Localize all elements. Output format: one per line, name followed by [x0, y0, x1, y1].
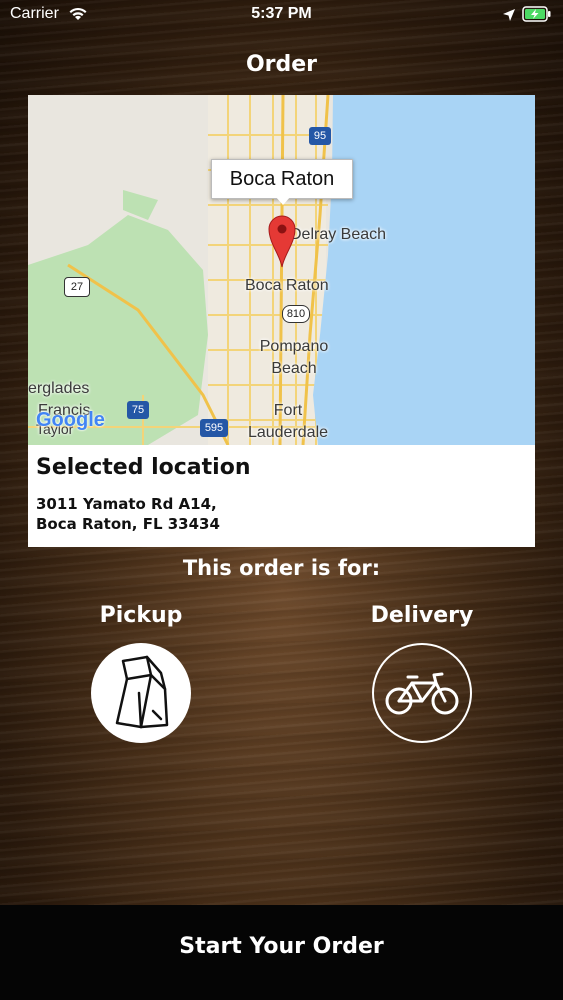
- status-bar: Carrier 5:37 PM: [0, 0, 563, 30]
- map-label-fort: Fort: [273, 402, 303, 419]
- pickup-label: Pickup: [99, 603, 183, 628]
- address-line-1: 3011 Yamato Rd A14,: [36, 495, 217, 513]
- map-label-delray-beach: Delray Beach: [290, 226, 387, 243]
- delivery-button[interactable]: [372, 643, 472, 743]
- location-card: 95 27 810 75 595 Delray Beach Boca Raton…: [28, 95, 535, 547]
- map-callout-tail: [275, 196, 291, 205]
- map-label-lauderdale: Lauderdale: [247, 424, 329, 441]
- selected-location-heading: Selected location: [36, 455, 251, 480]
- map-callout[interactable]: Boca Raton: [211, 159, 353, 199]
- google-logo-text: Google: [36, 409, 105, 431]
- paper-bag-icon: [109, 653, 173, 737]
- battery-charging-icon: [522, 6, 552, 26]
- map-view[interactable]: 95 27 810 75 595 Delray Beach Boca Raton…: [28, 95, 535, 445]
- map-pin-icon[interactable]: [267, 213, 297, 269]
- map-label-pompano: Pompano: [259, 338, 329, 355]
- start-order-button[interactable]: Start Your Order: [0, 905, 563, 989]
- bicycle-icon: [384, 669, 460, 721]
- location-arrow-icon: [502, 7, 516, 26]
- status-time: 5:37 PM: [251, 5, 312, 22]
- interstate-595-shield: 595: [200, 419, 228, 437]
- map-label-beach: Beach: [271, 360, 317, 377]
- footer-bar: Start Your Order: [0, 905, 563, 1000]
- route-810-shield: 810: [282, 305, 310, 323]
- page-title: Order: [245, 52, 318, 77]
- delivery-label: Delivery: [370, 603, 474, 628]
- address-line-2: Boca Raton, FL 33434: [36, 515, 220, 533]
- map-label-everglades: erglades: [28, 380, 90, 397]
- interstate-75-shield: 75: [127, 401, 149, 419]
- order-type-prompt: This order is for:: [182, 556, 381, 580]
- interstate-95-shield: 95: [309, 127, 331, 145]
- google-logo: Google: [36, 409, 105, 432]
- map-label-boca-raton: Boca Raton: [245, 277, 329, 294]
- us-27-shield: 27: [64, 277, 90, 297]
- pickup-button[interactable]: [91, 643, 191, 743]
